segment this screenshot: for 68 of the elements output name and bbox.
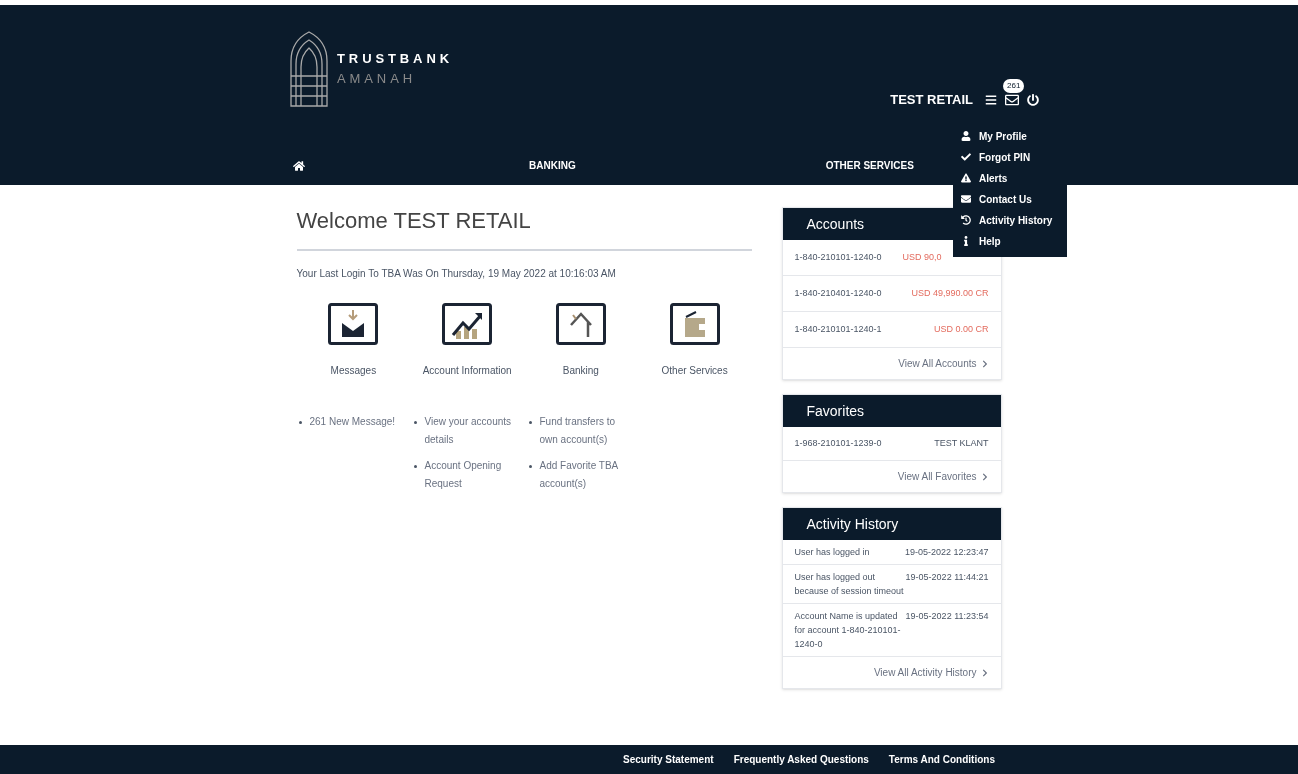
last-login-text: Your Last Login To TBA Was On Thursday, 19 May 2022 at 10:16:03 AM [296,267,617,281]
envelope-icon[interactable] [328,303,379,345]
brand-subname: AMANAH [337,69,418,88]
envelope-icon [961,194,971,204]
account-balance: USD 0.00 CR [932,322,989,336]
shortcut-link[interactable]: Fund transfers to own account(s) [539,413,630,449]
account-number: 1-840-210101-1240-1 [794,322,883,336]
account-balance: USD 90,0 [902,250,943,264]
menu-item[interactable]: Alerts [953,170,1067,186]
brand-name: TRUSTBANK [337,50,453,68]
account-number: 1-840-210101-1240-0 [794,250,883,264]
bullet-icon [528,465,532,468]
menu-icon[interactable] [985,94,997,106]
activity-text: User has logged in [794,546,871,559]
chart-icon[interactable] [442,303,493,345]
account-balance: USD 49,990.00 CR [910,286,989,300]
chevron-right-icon [980,472,989,481]
activity-time: 19-05-2022 11:23:54 [905,610,989,623]
footer-link[interactable]: Terms And Conditions [888,752,995,767]
panel-title: Favorites [806,401,865,421]
warning-icon [961,173,971,183]
activity-time: 19-05-2022 11:44:21 [905,571,989,584]
shortcut-link[interactable]: View your accounts details [424,413,515,449]
shortcut-link[interactable]: Account Opening Request [424,457,515,493]
user-icon [961,131,971,141]
bullet-icon [413,421,417,424]
activity-text: User has logged out because of session timeout [794,571,905,598]
tile-label[interactable]: Other Services [661,363,728,378]
panel-title: Activity History [806,514,899,534]
account-number: 1-840-210401-1240-0 [794,286,883,300]
wallet-icon[interactable] [669,303,720,345]
bullet-icon [298,421,302,424]
menu-item[interactable]: My Profile [953,128,1067,144]
bullet-icon [413,465,417,468]
view-all-link[interactable]: View All Favorites [897,469,989,484]
footer-link[interactable]: Frequently Asked Questions [733,752,869,767]
chevron-right-icon [980,359,989,368]
favorite-name: TEST KLANT [934,436,989,450]
shortcut-link[interactable]: Add Favorite TBA account(s) [539,457,630,493]
nav-link[interactable]: BANKING [529,158,576,173]
info-icon [961,236,971,246]
activity-time: 19-05-2022 12:23:47 [904,546,989,559]
menu-item[interactable]: Contact Us [953,191,1067,207]
chevron-right-icon [980,668,989,677]
tile-label[interactable]: Banking [562,363,599,378]
shortcut-link[interactable]: 261 New Message! [309,413,400,431]
menu-item[interactable]: Help [953,233,1067,249]
house-icon[interactable] [555,303,606,345]
tile-label[interactable]: Account Information [422,363,512,378]
welcome-title: Welcome TEST RETAIL [296,197,752,251]
bullet-icon [528,421,532,424]
footer-link[interactable]: Security Statement [623,752,714,767]
menu-item[interactable]: Activity History [953,212,1067,228]
power-icon[interactable] [1027,94,1039,106]
menu-item[interactable]: Forgot PIN [953,149,1067,165]
message-count-badge: 261 [1003,79,1025,93]
user-name: TEST RETAIL [890,91,973,110]
history-icon [961,215,971,225]
check-icon [961,152,971,162]
logo-icon[interactable] [289,30,329,107]
activity-text: Account Name is updated for account 1-840-210101-1240-0 [794,610,902,651]
account-number: 1-968-210101-1239-0 [794,436,882,450]
mail-icon[interactable] [1005,93,1019,107]
tile-label[interactable]: Messages [330,363,377,378]
panel-title: Accounts [806,214,865,234]
view-all-link[interactable]: View All Activity History [873,665,989,680]
nav-link[interactable]: OTHER SERVICES [825,158,914,173]
view-all-link[interactable]: View All Accounts [898,356,989,371]
